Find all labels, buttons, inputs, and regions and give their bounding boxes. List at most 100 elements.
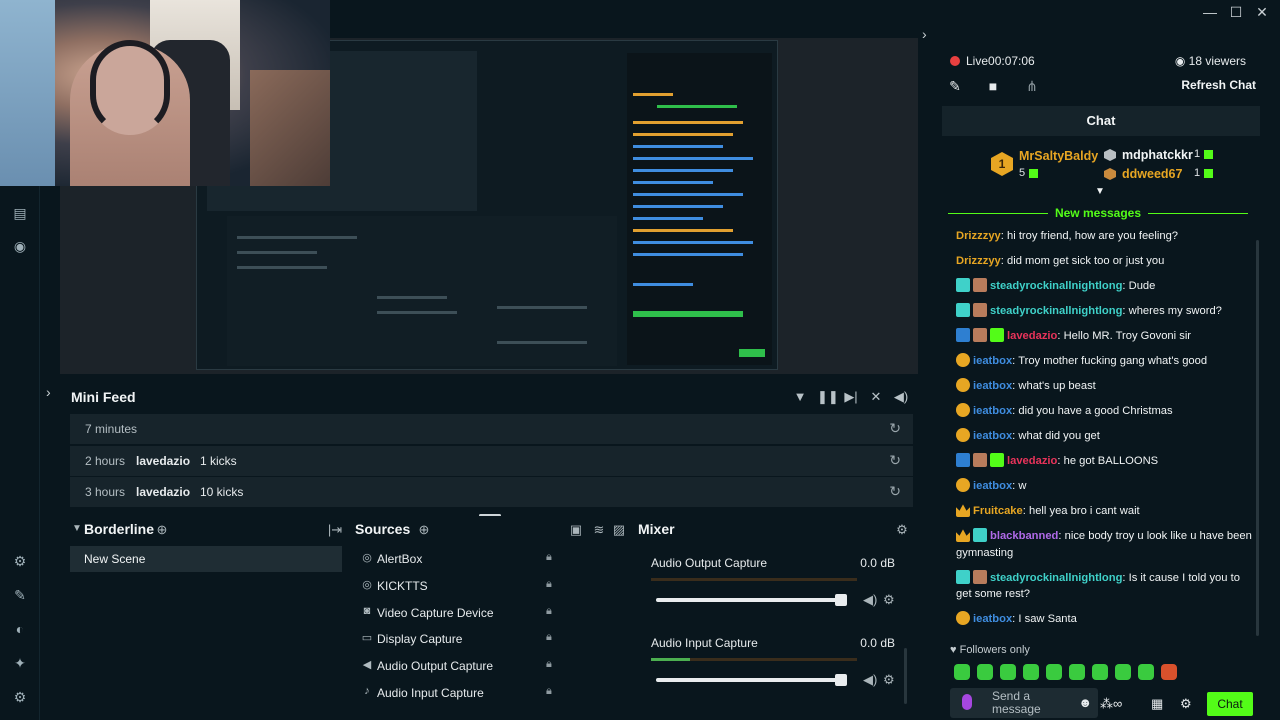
mute-alerts-icon[interactable]: ✕ (867, 388, 885, 406)
lock-icon[interactable]: 🔒︎ (546, 551, 552, 564)
chat-username[interactable]: ieatbox (973, 355, 1012, 367)
record-clip-icon[interactable]: ■ (984, 77, 1002, 95)
maximize-button[interactable]: ☐ (1226, 2, 1246, 22)
chat-username[interactable]: ieatbox (973, 613, 1012, 625)
collapse-chat-arrow-icon[interactable]: › (922, 26, 927, 42)
chat-message-text: what's up beast (1018, 380, 1096, 392)
edit-stream-icon[interactable]: ✎ (946, 77, 964, 95)
emoji-icon[interactable]: ☻ (1078, 695, 1092, 710)
source-item[interactable]: ▭ Display Capture 🔒︎ (358, 626, 628, 652)
emote-icon[interactable] (1138, 664, 1154, 680)
palette-icon[interactable]: ◐ (11, 620, 29, 638)
emote-icon[interactable] (1000, 664, 1016, 680)
scene-item[interactable]: New Scene (70, 546, 342, 572)
minimize-button[interactable]: — (1200, 2, 1220, 22)
source-layout-icon[interactable]: ▣ (567, 521, 585, 539)
coin-badge-icon (956, 478, 970, 492)
chat-username[interactable]: lavedazio (1007, 330, 1057, 342)
leaderboard-third-name[interactable]: ddweed67 (1122, 167, 1182, 181)
source-item[interactable]: ◎ KICKTTS 🔒︎ (358, 573, 628, 599)
refresh-chat-button[interactable]: Refresh Chat (1181, 78, 1256, 92)
lock-icon[interactable]: 🔒︎ (546, 578, 552, 591)
chat-settings-icon[interactable]: ⚙ (1180, 696, 1192, 712)
lock-icon[interactable]: 🔒︎ (546, 605, 552, 618)
volume-slider[interactable] (656, 594, 847, 606)
emote-icon[interactable] (1023, 664, 1039, 680)
chat-username[interactable]: Fruitcake (973, 505, 1023, 517)
streaming-app: › — ☐ ✕ ▤ ◉ ⚙ ✎ ◐ ✦ ⚙ › Mini Feed ▼ ❚❚ ▶… (0, 0, 1280, 720)
emote-icon[interactable] (977, 664, 993, 680)
record-icon[interactable]: ◉ (11, 237, 29, 255)
lock-icon[interactable]: 🔒︎ (546, 631, 552, 644)
volume-icon[interactable]: ◀) (892, 388, 910, 406)
emote-icon[interactable] (1092, 664, 1108, 680)
magic-icon[interactable]: ✦ (11, 654, 29, 672)
mic-icon[interactable] (962, 694, 972, 710)
source-image-icon[interactable]: ▨ (610, 521, 628, 539)
new-messages-divider[interactable]: New messages (948, 206, 1248, 222)
source-item[interactable]: ♪ Audio Input Capture 🔒︎ (358, 680, 628, 706)
repeat-alert-icon[interactable]: ↻ (889, 483, 901, 500)
expand-leaderboard-icon[interactable]: ▼ (1095, 186, 1105, 197)
source-item[interactable]: ◎ AlertBox 🔒︎ (358, 546, 628, 572)
emote-icon[interactable] (1046, 664, 1062, 680)
expand-sidebar-arrow-icon[interactable]: › (46, 384, 51, 400)
chat-message: lavedazio: Hello MR. Troy Govoni sir (956, 328, 1252, 345)
scene-collection-title[interactable]: Borderline (84, 521, 154, 537)
theme-icon[interactable]: ✎ (11, 586, 29, 604)
chat-username[interactable]: blackbanned (990, 530, 1058, 542)
settings-shortcut-icon[interactable]: ⚙ (11, 552, 29, 570)
repeat-alert-icon[interactable]: ↻ (889, 420, 901, 437)
source-audio-icon[interactable]: ≋ (590, 521, 608, 539)
source-item[interactable]: ◙ Video Capture Device 🔒︎ (358, 600, 628, 626)
filter-icon[interactable]: ▼ (791, 388, 809, 406)
chat-username[interactable]: ieatbox (973, 380, 1012, 392)
chat-username[interactable]: ieatbox (973, 430, 1012, 442)
send-chat-button[interactable]: Chat (1207, 692, 1253, 716)
chat-scrollbar[interactable] (1256, 240, 1259, 636)
volume-slider[interactable] (656, 674, 847, 686)
transition-icon[interactable]: |⇥ (326, 521, 344, 539)
chat-username[interactable]: ieatbox (973, 405, 1012, 417)
feed-row: 3 hours lavedazio 10 kicks ↻ (70, 477, 913, 507)
pause-icon[interactable]: ❚❚ (817, 388, 839, 406)
add-scene-collection-icon[interactable]: ⊕ (153, 521, 171, 539)
chat-username[interactable]: ieatbox (973, 480, 1012, 492)
studio-icon[interactable]: ▤ (11, 204, 29, 222)
emote-icon[interactable] (1115, 664, 1131, 680)
emote-icon[interactable] (1161, 664, 1177, 680)
leaderboard-second-name[interactable]: mdphatckkr (1122, 148, 1193, 162)
lock-icon[interactable]: 🔒︎ (546, 658, 552, 671)
chat-message: steadyrockinallnightlong: Is it cause I … (956, 569, 1252, 603)
quick-emotes-icon[interactable]: ⁂∞ (1100, 696, 1122, 712)
volume-slider-knob[interactable] (835, 674, 847, 686)
chat-username[interactable]: steadyrockinallnightlong (990, 572, 1122, 584)
chat-username[interactable]: Drizzzyy (956, 230, 1001, 242)
mixer-scrollbar[interactable] (904, 648, 907, 704)
channel-settings-icon[interactable]: ⚙ (883, 672, 895, 688)
share-icon[interactable]: ⋔ (1023, 77, 1041, 95)
source-item[interactable]: ◀ Audio Output Capture 🔒︎ (358, 653, 628, 679)
close-button[interactable]: ✕ (1252, 2, 1272, 22)
chat-message: lavedazio: he got BALLOONS (956, 453, 1252, 470)
channel-settings-icon[interactable]: ⚙ (883, 592, 895, 608)
mixer-settings-icon[interactable]: ⚙ (893, 521, 911, 539)
chat-username[interactable]: lavedazio (1007, 455, 1057, 467)
chat-message-input[interactable]: Send a message ☻ (950, 688, 1098, 718)
skip-icon[interactable]: ▶| (842, 388, 860, 406)
chat-username[interactable]: steadyrockinallnightlong (990, 305, 1122, 317)
repeat-alert-icon[interactable]: ↻ (889, 452, 901, 469)
mute-icon[interactable]: ◀) (863, 672, 877, 688)
chat-username[interactable]: steadyrockinallnightlong (990, 280, 1122, 292)
mute-icon[interactable]: ◀) (863, 592, 877, 608)
volume-slider-knob[interactable] (835, 594, 847, 606)
add-source-icon[interactable]: ⊕ (415, 521, 433, 539)
chat-message-text: Troy mother fucking gang what's good (1018, 355, 1208, 367)
gear-icon[interactable]: ⚙ (11, 688, 29, 706)
emote-icon[interactable] (1069, 664, 1085, 680)
lock-icon[interactable]: 🔒︎ (546, 685, 552, 698)
leaderboard-first-name[interactable]: MrSaltyBaldy (1019, 149, 1098, 163)
store-icon[interactable]: ▦ (1151, 696, 1163, 712)
chat-username[interactable]: Drizzzyy (956, 255, 1001, 267)
emote-icon[interactable] (954, 664, 970, 680)
